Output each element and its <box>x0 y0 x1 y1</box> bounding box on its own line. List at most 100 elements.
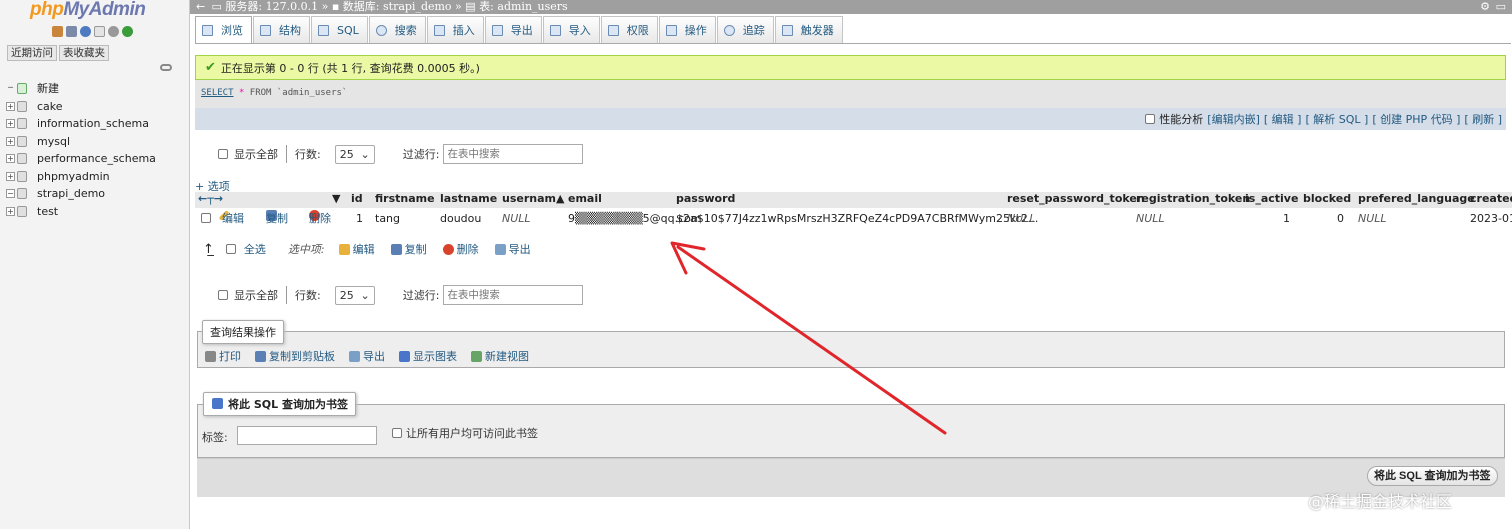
tab-structure[interactable]: 结构 <box>253 16 310 43</box>
cell-firstname[interactable]: tang <box>375 210 400 228</box>
rows-select[interactable]: 25 ⌄ <box>334 285 375 305</box>
tab-import[interactable]: 导入 <box>542 16 600 43</box>
settings-icon[interactable] <box>108 26 119 37</box>
bookmark-label-input[interactable] <box>237 426 377 445</box>
help-icon[interactable] <box>80 26 91 37</box>
export-button[interactable]: 导出 <box>349 348 385 364</box>
column-header[interactable]: firstname <box>375 192 435 205</box>
cell-registration-token[interactable]: NULL <box>1136 210 1165 228</box>
add-bookmark-button[interactable]: 将此 SQL 查询加为书签 <box>1367 466 1498 486</box>
tree-item-db[interactable]: + performance_schema <box>6 150 156 168</box>
cell-prefered-language[interactable]: NULL <box>1358 210 1387 228</box>
cell-blocked[interactable]: 0 <box>1337 210 1344 228</box>
show-all-checkbox[interactable] <box>218 290 228 300</box>
cell-is-active[interactable]: 1 <box>1283 210 1290 228</box>
phpmyadmin-logo[interactable]: phpMyAdmin <box>30 0 146 21</box>
collapse-icon[interactable]: − <box>6 189 15 199</box>
tab-privileges[interactable]: 权限 <box>600 16 658 43</box>
database-icon <box>17 170 27 182</box>
print-button[interactable]: 打印 <box>205 348 241 364</box>
column-header[interactable]: created_ <box>1470 192 1512 205</box>
column-header[interactable]: registration_token <box>1136 192 1250 205</box>
tab-operations[interactable]: 操作 <box>658 16 716 43</box>
tree-item-db[interactable]: + cake <box>6 98 156 116</box>
tree-item-db[interactable]: + information_schema <box>6 115 156 133</box>
filter-input[interactable] <box>443 144 584 164</box>
profiling-checkbox[interactable] <box>1145 114 1156 124</box>
breadcrumb-server[interactable]: 服务器: 127.0.0.1 <box>225 0 318 13</box>
copy-clipboard-button[interactable]: 复制到剪贴板 <box>255 348 335 364</box>
tree-item-db[interactable]: + mysql <box>6 133 156 151</box>
edit-inline-link[interactable]: [编辑内嵌] <box>1207 111 1260 127</box>
row-checkbox[interactable] <box>201 213 211 223</box>
collapse-sidebar-icon[interactable]: ← <box>196 0 208 13</box>
home-icon[interactable] <box>52 26 63 37</box>
sort-icon[interactable]: ▼ <box>332 192 340 205</box>
breadcrumb-table[interactable]: 表: admin_users <box>479 0 567 13</box>
expand-icon[interactable]: + <box>6 154 15 164</box>
tab-triggers[interactable]: 触发器 <box>774 16 843 43</box>
tab-sql[interactable]: SQL <box>311 16 368 43</box>
bulk-edit-button[interactable]: 编辑 <box>338 241 375 257</box>
create-php-link[interactable]: [ 创建 PHP 代码 ] <box>1372 111 1460 127</box>
column-header[interactable]: blocked <box>1303 192 1351 205</box>
select-all-checkbox[interactable] <box>225 244 236 254</box>
edit-link[interactable]: [ 编辑 ] <box>1264 111 1302 127</box>
explain-sql-link[interactable]: [ 解析 SQL ] <box>1305 111 1368 127</box>
navigation-row-bottom: 显示全部 行数: 25 ⌄ 过滤行: <box>218 285 584 305</box>
bookmark-icon <box>212 398 223 409</box>
new-db-icon <box>17 83 27 95</box>
column-header[interactable]: password <box>676 192 735 205</box>
column-header[interactable]: usernam▲ <box>502 192 564 205</box>
table-header: ←┬→ ▼ id firstname lastname usernam▲ ema… <box>195 192 1512 208</box>
column-resize-icon[interactable]: ←┬→ <box>198 192 223 205</box>
column-header[interactable]: email <box>568 192 602 205</box>
recent-tab[interactable]: 近期访问 <box>7 45 57 61</box>
cell-id[interactable]: 1 <box>356 210 363 228</box>
expand-icon[interactable]: + <box>6 171 15 181</box>
tab-tracking[interactable]: 追踪 <box>716 16 774 43</box>
refresh-link[interactable]: [ 刷新 ] <box>1464 111 1502 127</box>
tree-item-db-active[interactable]: − strapi_demo <box>6 185 156 203</box>
minimize-icon[interactable]: ▭ <box>1496 0 1506 13</box>
show-chart-button[interactable]: 显示图表 <box>399 348 457 364</box>
favorites-tab[interactable]: 表收藏夹 <box>59 45 109 61</box>
column-header[interactable]: lastname <box>440 192 497 205</box>
filter-input[interactable] <box>443 285 584 305</box>
select-all-label[interactable]: 全选 <box>244 241 266 257</box>
reload-icon[interactable] <box>122 26 133 37</box>
column-header[interactable]: id <box>351 192 363 205</box>
tree-item-db[interactable]: + phpmyadmin <box>6 168 156 186</box>
cell-lastname[interactable]: doudou <box>440 210 481 228</box>
breadcrumb-database[interactable]: 数据库: strapi_demo <box>343 0 452 13</box>
cell-username[interactable]: NULL <box>502 210 531 228</box>
bulk-copy-button[interactable]: 复制 <box>390 241 427 257</box>
tree-item-new[interactable]: ─ 新建 <box>6 80 156 98</box>
expand-icon[interactable]: + <box>6 101 15 111</box>
exit-icon[interactable] <box>66 26 77 37</box>
cell-created-at[interactable]: 2023-01 <box>1470 210 1512 228</box>
show-all-checkbox[interactable] <box>218 149 228 159</box>
column-header[interactable]: prefered_language <box>1358 192 1475 205</box>
expand-icon[interactable]: + <box>6 136 15 146</box>
share-bookmark-checkbox[interactable] <box>392 428 402 438</box>
rows-select[interactable]: 25 ⌄ <box>334 144 375 164</box>
cell-password[interactable]: $2a$10$77J4zz1wRpsMrszH3ZRFQeZ4cPD9A7CBR… <box>676 210 1038 228</box>
column-header[interactable]: reset_password_token <box>1007 192 1145 205</box>
expand-icon[interactable]: + <box>6 119 15 129</box>
sql-keyword-select[interactable]: SELECT <box>201 88 234 98</box>
tree-item-db[interactable]: + test <box>6 203 156 221</box>
docs-icon[interactable] <box>94 26 105 37</box>
create-view-button[interactable]: 新建视图 <box>471 348 529 364</box>
tab-insert[interactable]: 插入 <box>426 16 484 43</box>
tab-export[interactable]: 导出 <box>484 16 542 43</box>
settings-icon[interactable]: ⚙ <box>1480 0 1490 13</box>
bulk-delete-button[interactable]: 删除 <box>442 241 479 257</box>
expand-icon[interactable]: + <box>6 206 15 216</box>
cell-reset-password-token[interactable]: NULL <box>1007 210 1036 228</box>
column-header[interactable]: is_active <box>1245 192 1298 205</box>
bulk-export-button[interactable]: 导出 <box>494 241 531 257</box>
link-with-main-icon[interactable] <box>160 64 172 71</box>
tab-browse[interactable]: 浏览 <box>195 16 252 43</box>
tab-search[interactable]: 搜索 <box>368 16 426 43</box>
